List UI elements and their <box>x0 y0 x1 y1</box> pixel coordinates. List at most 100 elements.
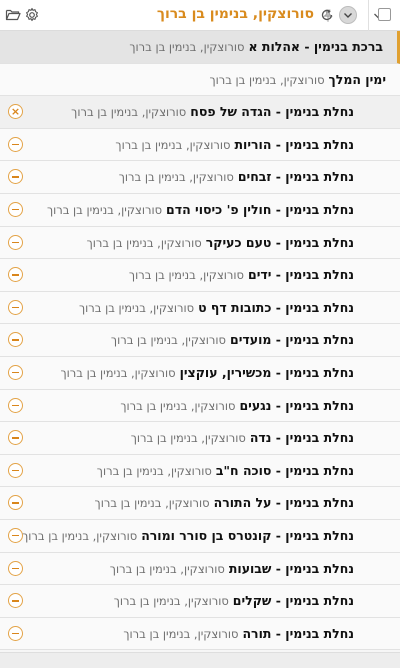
list-item-text: ברכת בנימין - אהלות א סורוצקין, בנימין ב… <box>129 39 383 54</box>
minus-circle-icon[interactable] <box>8 430 23 446</box>
book-title: ברכת בנימין - אהלות א <box>248 39 383 54</box>
list-item-text: נחלת בנימין - הגדה של פסח סורוצקין, בנימ… <box>71 104 354 119</box>
book-title: נחלת בנימין - כתובות דף ט <box>198 299 354 315</box>
list-item-text: נחלת בנימין - קונטרס בן סורר ומורה סורוצ… <box>22 528 354 543</box>
book-author: סורוצקין, בנימין בן ברוך <box>22 528 138 543</box>
list-item[interactable]: × נחלת בנימין - הגדה של פסח סורוצקין, בני… <box>0 96 400 129</box>
select-all-checkbox[interactable] <box>378 8 391 21</box>
refresh-icon[interactable] <box>319 7 335 23</box>
book-title: נחלת בנימין - קונטרס בן סורר ומורה <box>141 527 354 543</box>
list-item-text: נחלת בנימין - חולין פ' כיסוי הדם סורוצקי… <box>47 202 354 217</box>
book-title: נחלת בנימין - מועדים <box>230 332 354 348</box>
minus-circle-icon[interactable] <box>8 267 23 283</box>
toolbar-separator <box>368 0 369 31</box>
list-item-text: נחלת בנימין - שבועות סורוצקין, בנימין בן… <box>110 561 354 576</box>
list-item-text: נחלת בנימין - מועדים סורוצקין, בנימין בן… <box>111 332 354 347</box>
book-title: נחלת בנימין - חולין פ' כיסוי הדם <box>166 201 354 217</box>
list-item-text: ימין המלך סורוצקין, בנימין בן ברוך <box>209 72 386 87</box>
book-title: נחלת בנימין - נדה <box>249 430 354 446</box>
minus-circle-icon[interactable] <box>8 169 23 185</box>
book-author: סורוצקין, בנימין בן ברוך <box>96 463 212 478</box>
list-item-text: נחלת בנימין - סוכה ח"ב סורוצקין, בנימין … <box>97 463 354 478</box>
list-item[interactable]: נחלת בנימין - שבועות סורוצקין, בנימין בן… <box>0 552 400 586</box>
book-author: סורוצקין, בנימין בן ברוך <box>94 496 210 511</box>
list-item[interactable]: ברכת בנימין - אהלות א סורוצקין, בנימין ב… <box>0 31 400 64</box>
book-title: נחלת בנימין - מכשירין, עוקצין <box>179 364 354 380</box>
list-item-text: נחלת בנימין - ידים סורוצקין, בנימין בן ב… <box>129 267 354 282</box>
list-item[interactable]: נחלת בנימין - זבחים סורוצקין, בנימין בן … <box>0 161 400 194</box>
book-author: סורוצקין, בנימין בן ברוך <box>113 594 229 609</box>
list-item-text: נחלת בנימין - הוריות סורוצקין, בנימין בן… <box>115 137 354 152</box>
minus-circle-icon[interactable] <box>8 299 23 315</box>
list-item[interactable]: ימין המלך סורוצקין, בנימין בן ברוך <box>0 63 400 97</box>
minus-circle-icon[interactable] <box>8 527 23 543</box>
minus-circle-icon[interactable] <box>8 397 23 413</box>
minus-circle-icon[interactable] <box>8 201 23 217</box>
book-list: ברכת בנימין - אהלות א סורוצקין, בנימין ב… <box>0 31 400 651</box>
author-title: סורוצקין, בנימין בן ברוך <box>156 6 314 22</box>
gear-icon[interactable] <box>24 7 40 23</box>
close-icon[interactable]: × <box>8 104 23 120</box>
chevron-down-icon <box>344 13 352 18</box>
list-item-text: נחלת בנימין - תורה סורוצקין, בנימין בן ב… <box>123 626 354 641</box>
book-author: סורוצקין, בנימין בן ברוך <box>130 431 246 446</box>
list-item[interactable]: נחלת בנימין - חולין פ' כיסוי הדם סורוצקי… <box>0 193 400 227</box>
list-item[interactable]: נחלת בנימין - סוכה ח"ב סורוצקין, בנימין … <box>0 454 400 488</box>
book-title: נחלת בנימין - שקלים <box>232 593 354 609</box>
book-author: סורוצקין, בנימין בן ברוך <box>118 170 234 185</box>
folder-open-icon[interactable] <box>5 7 21 23</box>
book-author: סורוצקין, בנימין בן ברוך <box>78 300 195 315</box>
book-title: נחלת בנימין - ידים <box>248 267 354 283</box>
list-item[interactable]: נחלת בנימין - כתובות דף ט סורוצקין, בנימ… <box>0 291 400 325</box>
book-title: נחלת בנימין - זבחים <box>237 169 354 185</box>
list-item-text: נחלת בנימין - נגעים סורוצקין, בנימין בן … <box>120 398 354 413</box>
list-item-text: נחלת בנימין - זבחים סורוצקין, בנימין בן … <box>119 169 354 184</box>
book-author: סורוצקין, בנימין בן ברוך <box>60 365 176 380</box>
list-item-text: נחלת בנימין - על התורה סורוצקין, בנימין … <box>95 495 354 510</box>
list-item[interactable]: נחלת בנימין - נגעים סורוצקין, בנימין בן … <box>0 389 400 423</box>
book-author: סורוצקין, בנימין בן ברוך <box>110 333 227 348</box>
list-item[interactable]: נחלת בנימין - שקלים סורוצקין, בנימין בן … <box>0 585 400 618</box>
list-item-text: נחלת בנימין - טעם כעיקר סורוצקין, בנימין… <box>87 235 354 250</box>
list-item[interactable]: נחלת בנימין - קונטרס בן סורר ומורה סורוצ… <box>0 519 400 553</box>
book-author: סורוצקין, בנימין בן ברוך <box>86 235 202 250</box>
minus-circle-icon[interactable] <box>8 234 23 250</box>
book-author: סורוצקין, בנימין בן ברוך <box>46 202 163 217</box>
list-item-text: נחלת בנימין - כתובות דף ט סורוצקין, בנימ… <box>79 300 354 315</box>
book-title: נחלת בנימין - הוריות <box>234 136 355 152</box>
book-author: סורוצקין, בנימין בן ברוך <box>120 398 236 413</box>
book-title: נחלת בנימין - סוכה ח"ב <box>215 462 354 478</box>
minus-circle-icon[interactable] <box>8 462 23 478</box>
book-author: סורוצקין, בנימין בן ברוך <box>71 105 187 120</box>
book-author: סורוצקין, בנימין בן ברוך <box>115 137 231 152</box>
minus-circle-icon[interactable] <box>8 136 23 152</box>
minus-circle-icon[interactable] <box>8 625 23 641</box>
list-item-text: נחלת בנימין - נדה סורוצקין, בנימין בן בר… <box>131 430 354 445</box>
list-item[interactable]: נחלת בנימין - נדה סורוצקין, בנימין בן בר… <box>0 422 400 455</box>
book-title: נחלת בנימין - תורה <box>242 625 354 641</box>
book-title: נחלת בנימין - טעם כעיקר <box>205 234 354 250</box>
minus-circle-icon[interactable] <box>8 593 23 609</box>
book-title: נחלת בנימין - על התורה <box>213 495 354 511</box>
list-item[interactable]: נחלת בנימין - ידים סורוצקין, בנימין בן ב… <box>0 259 400 292</box>
list-item[interactable]: נחלת בנימין - טעם כעיקר סורוצקין, בנימין… <box>0 226 400 260</box>
minus-circle-icon[interactable] <box>8 495 23 511</box>
book-author: סורוצקין, בנימין בן ברוך <box>109 561 225 576</box>
book-title: נחלת בנימין - שבועות <box>228 560 354 576</box>
list-item[interactable]: נחלת בנימין - הוריות סורוצקין, בנימין בן… <box>0 128 400 162</box>
collapse-button[interactable] <box>339 6 357 24</box>
book-author: סורוצקין, בנימין בן ברוך <box>123 626 239 641</box>
status-bar <box>0 652 400 668</box>
minus-circle-icon[interactable] <box>8 332 23 348</box>
list-item[interactable]: נחלת בנימין - תורה סורוצקין, בנימין בן ב… <box>0 617 400 651</box>
book-title: ימין המלך <box>328 71 386 87</box>
list-item[interactable]: נחלת בנימין - על התורה סורוצקין, בנימין … <box>0 487 400 520</box>
list-item[interactable]: נחלת בנימין - מכשירין, עוקצין סורוצקין, … <box>0 356 400 390</box>
book-author: סורוצקין, בנימין בן ברוך <box>128 268 245 283</box>
book-author: סורוצקין, בנימין בן ברוך <box>129 40 245 54</box>
book-title: נחלת בנימין - הגדה של פסח <box>190 104 354 120</box>
list-item-text: נחלת בנימין - מכשירין, עוקצין סורוצקין, … <box>60 365 354 380</box>
minus-circle-icon[interactable] <box>8 560 23 576</box>
minus-circle-icon[interactable] <box>8 364 23 380</box>
list-item[interactable]: נחלת בנימין - מועדים סורוצקין, בנימין בן… <box>0 324 400 357</box>
